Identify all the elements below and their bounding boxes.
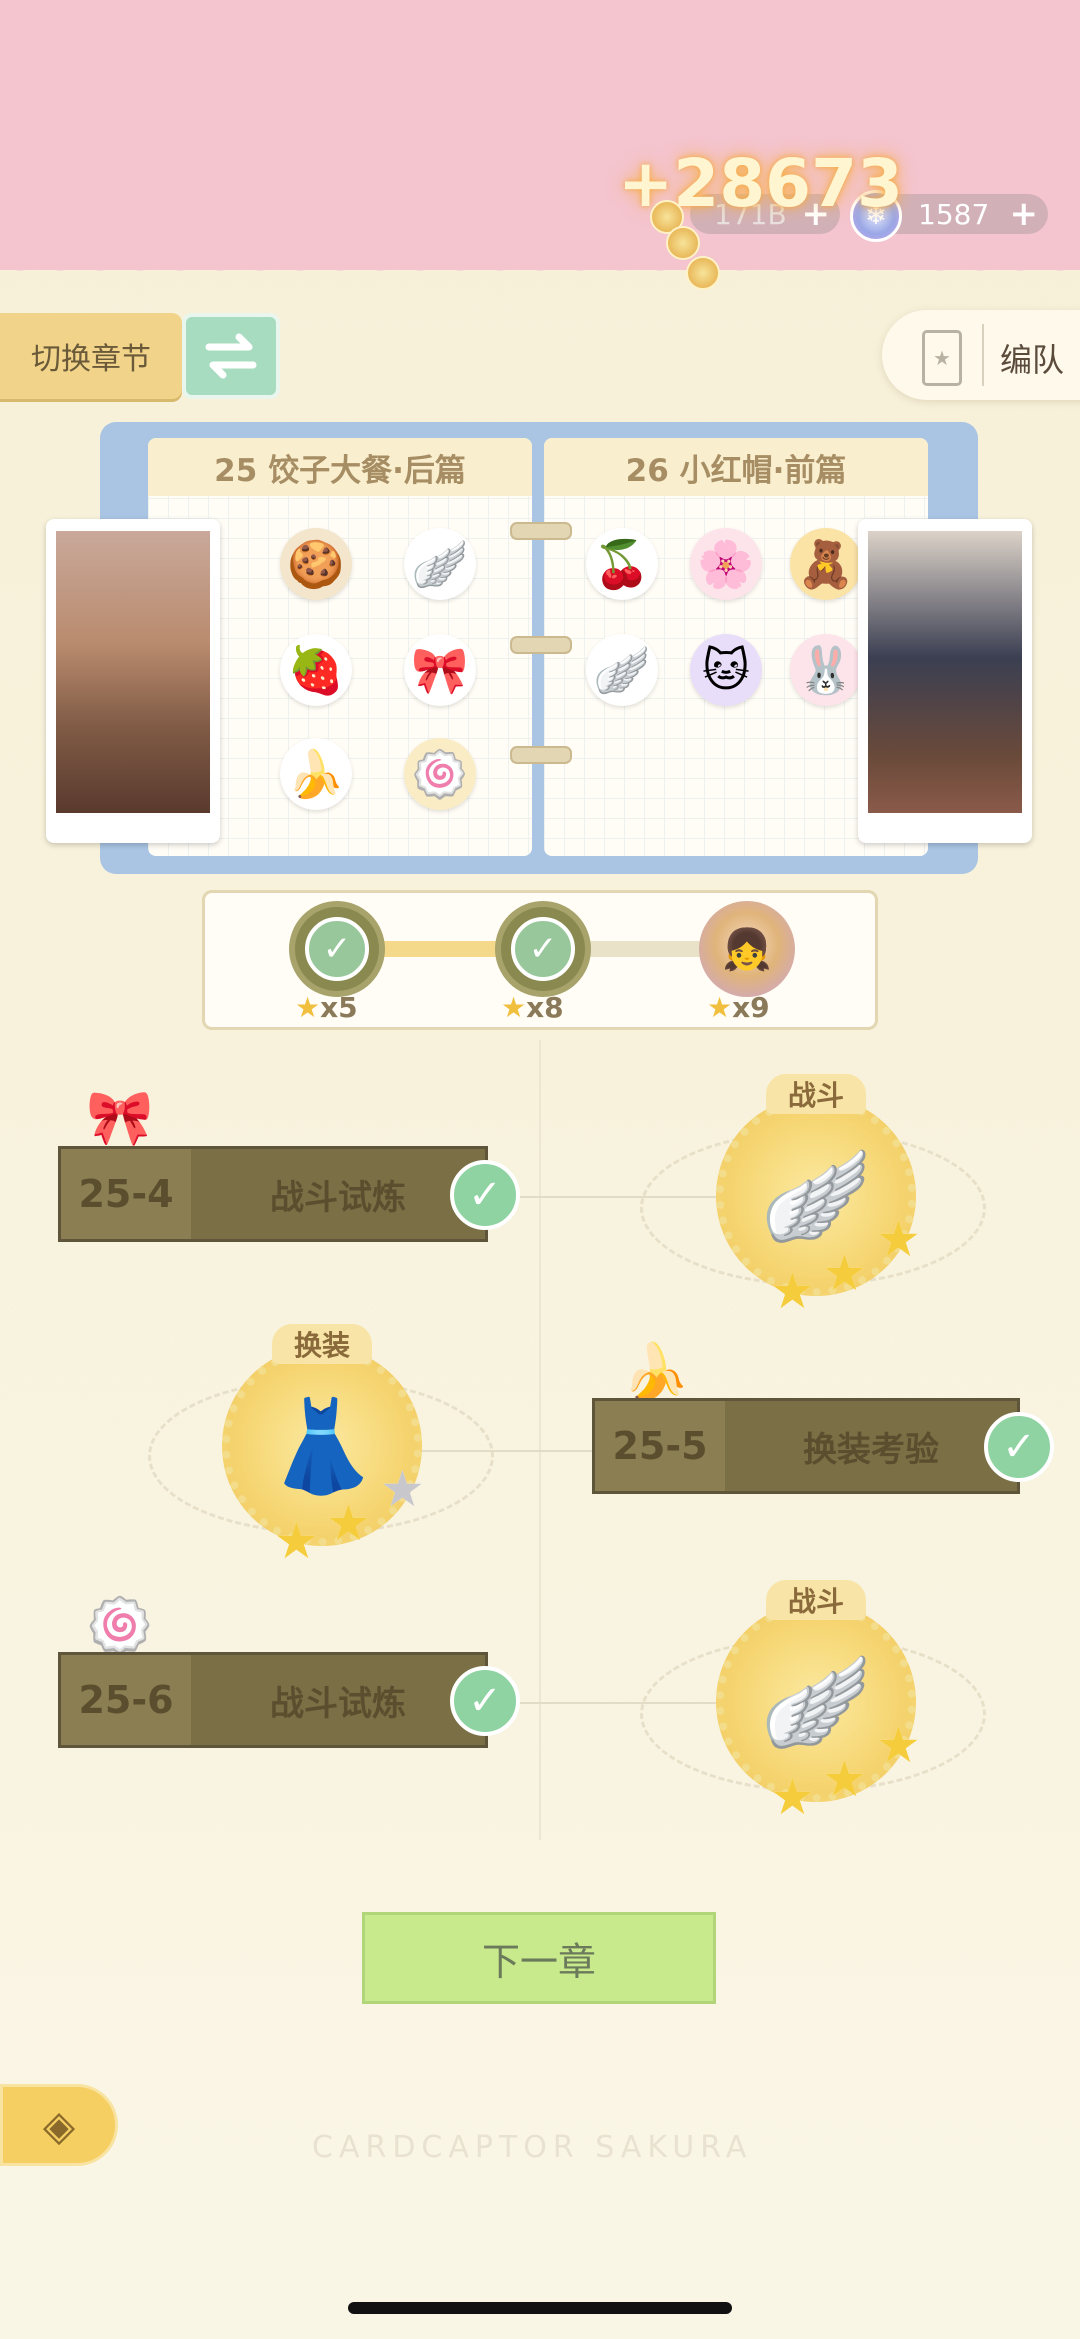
check-icon: ✓ xyxy=(511,917,575,981)
stage-node[interactable]: 25-4 战斗试炼 xyxy=(58,1146,488,1242)
milestone-reward[interactable]: ✓ xyxy=(289,901,385,997)
milestone-count: ★x8 xyxy=(501,991,564,1024)
chapter-photo-right[interactable] xyxy=(858,519,1032,843)
banner-scallop xyxy=(0,250,1080,290)
photo-image xyxy=(56,531,210,813)
completed-check-icon: ✓ xyxy=(450,1666,520,1736)
star-icon: ★ xyxy=(326,1494,371,1552)
strawberry-icon: 🍓 xyxy=(280,634,352,706)
stage-code: 25-6 xyxy=(61,1655,191,1745)
banana-icon: 🍌 xyxy=(622,1340,690,1403)
bow-icon: 🎀 xyxy=(404,634,476,706)
coin-icon xyxy=(666,226,700,260)
milestone-reward[interactable]: ✓ xyxy=(495,901,591,997)
connector xyxy=(400,1450,600,1452)
home-indicator xyxy=(348,2302,732,2314)
cookie-icon: 🍪 xyxy=(280,528,352,600)
roll-cake-icon: 🍥 xyxy=(86,1594,154,1657)
right-page-title: 26 小红帽·前篇 xyxy=(544,438,928,496)
completed-check-icon: ✓ xyxy=(450,1160,520,1230)
cat-icon: 🐱 xyxy=(690,634,762,706)
star-empty-icon: ★ xyxy=(380,1460,425,1518)
check-icon: ✓ xyxy=(305,917,369,981)
switch-chapter-label[interactable]: 切换章节 xyxy=(0,313,182,399)
chapter-photo-left[interactable] xyxy=(46,519,220,843)
star-icon: ★ xyxy=(822,1750,867,1808)
milestone-count: ★x9 xyxy=(707,991,770,1024)
star-icon: ★ xyxy=(274,1512,319,1570)
badge-tag: 换装 xyxy=(272,1324,372,1364)
left-page-title: 25 饺子大餐·后篇 xyxy=(148,438,532,496)
book-ring xyxy=(510,522,572,540)
path-line xyxy=(539,1040,541,1840)
bow-icon: 🎀 xyxy=(86,1086,154,1149)
star-icon: ★ xyxy=(501,991,527,1024)
gem-value: 1587 xyxy=(918,198,990,231)
wing-icon: 🪽 xyxy=(586,634,658,706)
formation-button[interactable]: ★ 编队 xyxy=(882,310,1080,400)
wing-icon: 🪽 xyxy=(404,528,476,600)
back-arrow-icon: ◈ xyxy=(42,2100,76,2150)
star-progress-card: ✓ ★x5 ✓ ★x8 👧 ★x9 xyxy=(202,890,878,1030)
milestone-count: ★x5 xyxy=(295,991,358,1024)
star-icon: ★ xyxy=(770,1262,815,1320)
stage-code: 25-4 xyxy=(61,1149,191,1239)
stage-node[interactable]: 25-6 战斗试炼 xyxy=(58,1652,488,1748)
formation-label: 编队 xyxy=(1000,341,1065,379)
badge-tag: 战斗 xyxy=(766,1580,866,1620)
stage-label: 战斗试炼 xyxy=(270,1177,406,1218)
stage-label: 战斗试炼 xyxy=(270,1683,406,1724)
card-icon: ★ xyxy=(922,330,962,386)
stage-label: 换装考验 xyxy=(803,1429,939,1470)
star-icon: ★ xyxy=(876,1210,921,1268)
watermark: CARDCAPTOR SAKURA xyxy=(312,2130,753,2165)
star-icon: ★ xyxy=(707,991,733,1024)
bear-icon: 🧸 xyxy=(790,528,862,600)
roll-cake-icon: 🍥 xyxy=(404,738,476,810)
star-icon: ★ xyxy=(822,1244,867,1302)
add-gems-icon[interactable]: + xyxy=(1010,194,1039,234)
book-ring xyxy=(510,746,572,764)
back-button[interactable]: ◈ xyxy=(0,2084,118,2166)
swap-arrows-icon xyxy=(205,333,257,379)
star-icon: ★ xyxy=(295,991,321,1024)
cherry-icon: 🍒 xyxy=(586,528,658,600)
stage-code: 25-5 xyxy=(595,1401,725,1491)
completed-check-icon: ✓ xyxy=(984,1412,1054,1482)
banana-icon: 🍌 xyxy=(280,738,352,810)
coin-icon xyxy=(686,256,720,290)
stage-node[interactable]: 25-5 换装考验 xyxy=(592,1398,1020,1494)
switch-chapter-button[interactable] xyxy=(182,313,280,399)
photo-image xyxy=(868,531,1022,813)
badge-tag: 战斗 xyxy=(766,1074,866,1114)
next-chapter-button[interactable]: 下一章 xyxy=(362,1912,716,2004)
star-icon: ★ xyxy=(770,1768,815,1826)
character-avatar-reward[interactable]: 👧 xyxy=(699,901,795,997)
divider xyxy=(982,324,984,386)
star-icon: ★ xyxy=(876,1716,921,1774)
book-ring xyxy=(510,636,572,654)
bunny-icon: 🐰 xyxy=(790,634,862,706)
flower-icon: 🌸 xyxy=(690,528,762,600)
